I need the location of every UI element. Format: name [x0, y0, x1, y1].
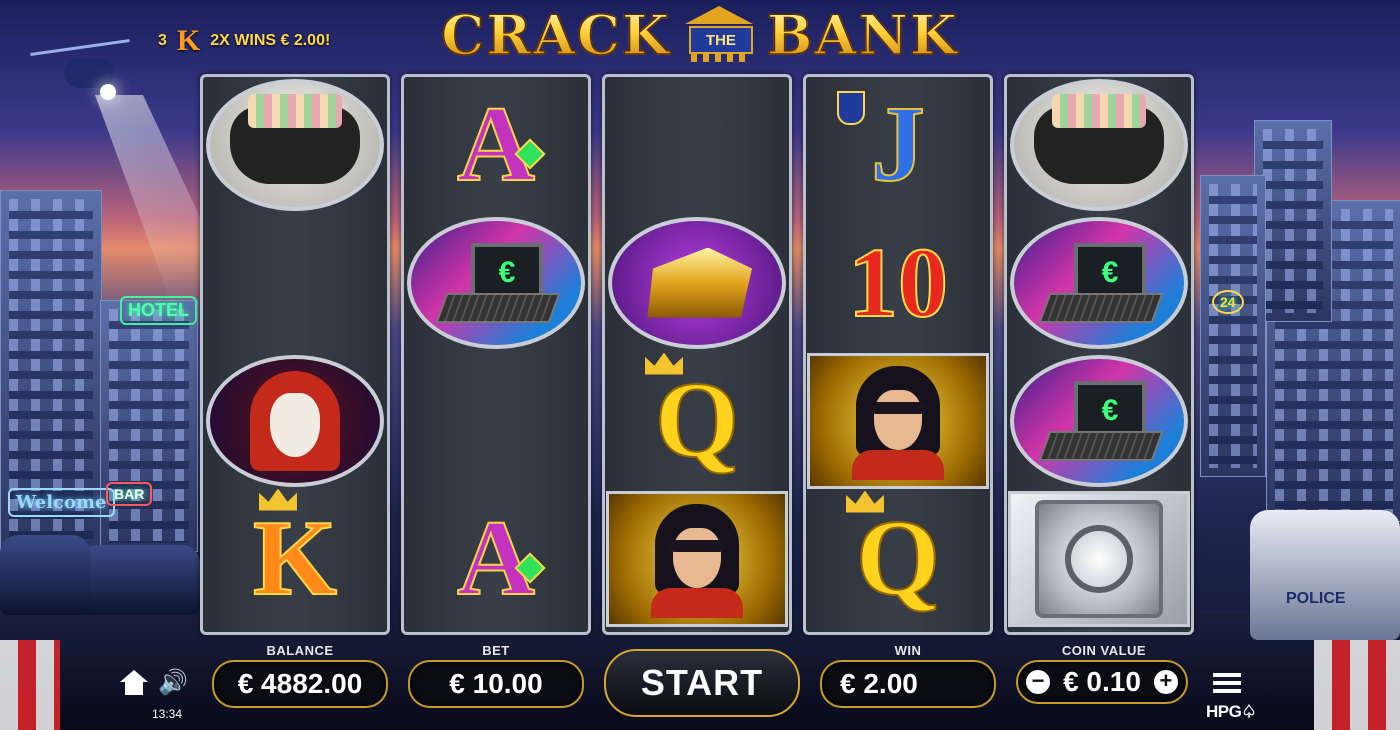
symbol-thief [605, 490, 789, 627]
symbol-a: A [404, 77, 588, 212]
reel-5: € € [1004, 74, 1194, 635]
coin-minus-button[interactable]: − [1026, 670, 1050, 694]
win-count: 3 [158, 32, 167, 49]
logo-crack: CRACK [440, 2, 671, 68]
symbol-laptop: € [404, 215, 588, 350]
car-left [0, 535, 90, 615]
reel-2: A € A [401, 74, 591, 635]
police-car-left [80, 545, 200, 615]
barrier-right [1314, 640, 1400, 730]
welcome-sign: Welcome [8, 488, 115, 517]
bar-sign: BAR [106, 482, 153, 506]
symbol-empty [203, 215, 387, 350]
symbol-hacker [203, 353, 387, 488]
symbol-money-bag [203, 77, 387, 212]
brand-logo: HPG♤ [1206, 702, 1257, 721]
reel-3: Q [602, 74, 792, 635]
start-button[interactable]: START [604, 649, 800, 717]
bet-button[interactable]: € 10.00 [408, 660, 584, 708]
game-logo: CRACK THE BANK [402, 2, 998, 68]
symbol-k: K [203, 488, 387, 626]
menu-icon[interactable] [1213, 673, 1241, 693]
police-label: POLICE [1286, 590, 1346, 607]
logo-bank-icon: THE [683, 4, 755, 66]
symbol-10: 10 [847, 226, 949, 338]
clock: 13:34 [152, 707, 183, 721]
police-car-right: POLICE [1250, 510, 1400, 640]
win-message: 2X WINS € 2.00! [210, 32, 331, 49]
win-display: € 2.00 [820, 660, 996, 708]
coin-value-control: − € 0.10 + [1016, 660, 1188, 704]
sound-icon[interactable]: 🔊 [158, 670, 190, 696]
win-value: € 2.00 [840, 668, 918, 699]
balance-label: BALANCE [266, 643, 334, 658]
symbol-laptop: € [1007, 215, 1191, 350]
hours-sign: 24 [1212, 290, 1244, 314]
reel-1: K [200, 74, 390, 635]
home-icon[interactable] [120, 670, 148, 696]
building-right-2 [1200, 175, 1266, 477]
logo-bank: BANK [766, 2, 959, 68]
symbol-q: Q [605, 352, 789, 488]
win-symbol: K [176, 24, 201, 57]
symbol-vault [1007, 490, 1191, 627]
symbol-q: Q [806, 490, 990, 626]
symbol-gold-bars [605, 215, 789, 350]
balance-display: € 4882.00 [212, 660, 388, 708]
spade-icon: ♤ [1241, 702, 1257, 721]
barrier-left [0, 640, 60, 730]
symbol-j: J [806, 77, 990, 212]
reel-4: J 10 Q [803, 74, 993, 635]
symbol-thief [806, 352, 990, 489]
bet-label: BET [482, 643, 510, 658]
symbol-a: A [404, 491, 588, 626]
coin-value-label: COIN VALUE [1061, 643, 1147, 658]
symbol-empty [605, 77, 789, 212]
building-left-2 [100, 300, 198, 552]
coin-plus-button[interactable]: + [1153, 670, 1178, 694]
coin-value: € 0.10 [1063, 666, 1141, 697]
win-summary: 3 K 2X WINS € 2.00! [158, 24, 330, 58]
symbol-laptop: € [1007, 353, 1191, 488]
symbol-money-bag [1007, 77, 1191, 212]
win-label: WIN [894, 643, 922, 658]
helicopter-icon [20, 39, 130, 100]
logo-the: THE [688, 26, 753, 54]
symbol-empty [404, 353, 588, 488]
